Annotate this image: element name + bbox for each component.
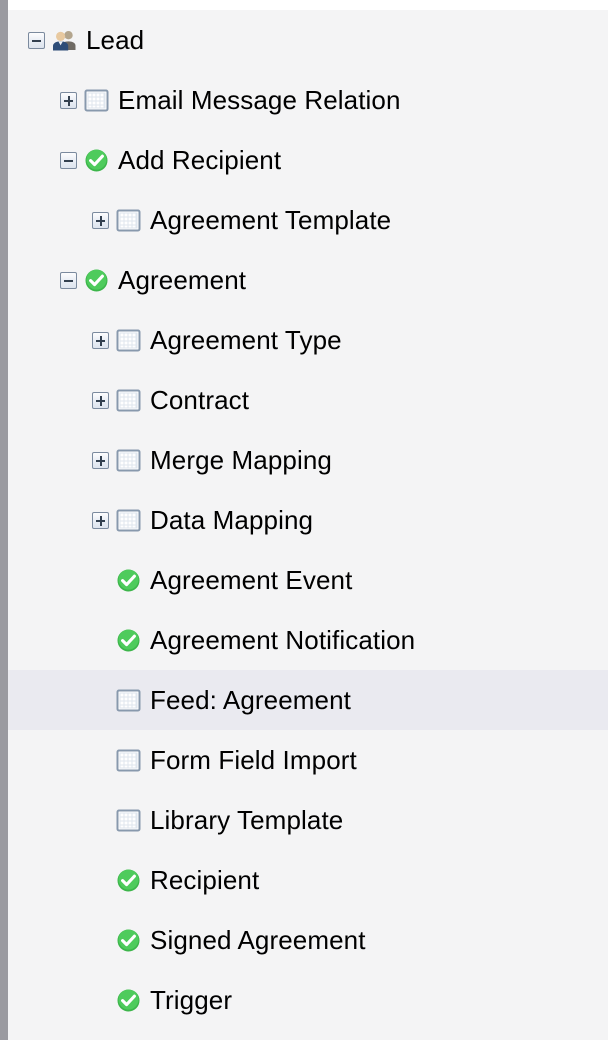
tree-row[interactable]: Add Recipient [8,130,608,190]
green-check-icon [116,988,141,1013]
toggle-placeholder [92,632,109,649]
tree-row-label: Agreement Notification [150,625,416,655]
toggle-placeholder [92,752,109,769]
expand-node-icon[interactable] [92,331,109,349]
tree-row-label: Lead [86,25,145,55]
tree-row-label: Signed Agreement [150,925,366,955]
tree-row[interactable]: Agreement Template [8,190,608,250]
expand-node-icon[interactable] [92,451,109,469]
toggle-placeholder [92,872,109,889]
tree-row-label: Trigger [150,985,233,1015]
collapse-node-icon[interactable] [60,151,77,169]
tree-row[interactable]: Agreement Event [8,550,608,610]
tree-row-label: Contract [150,385,250,415]
expand-node-icon[interactable] [60,91,77,109]
green-check-icon [84,268,109,293]
tree-row-label: Merge Mapping [150,445,332,475]
tree-row[interactable]: Form Field Import [8,730,608,790]
tree-row-label: Agreement Event [150,565,353,595]
grid-table-icon [116,688,141,713]
grid-table-icon [116,448,141,473]
tree-row-label: Add Recipient [118,145,282,175]
tree-row-label: Agreement [118,265,247,295]
tree-row-label: Agreement Type [150,325,342,355]
grid-table-icon [116,388,141,413]
green-check-icon [116,628,141,653]
tree-row[interactable]: Contract [8,370,608,430]
grid-table-icon [116,208,141,233]
grid-table-icon [116,508,141,533]
toggle-placeholder [92,692,109,709]
tree-row[interactable]: Lead [8,10,608,70]
tree-row-label: Agreement Template [150,205,392,235]
expand-node-icon[interactable] [92,211,109,229]
tree-row[interactable]: Agreement Type [8,310,608,370]
collapse-node-icon[interactable] [60,271,77,289]
tree-row-label: Form Field Import [150,745,357,775]
toggle-placeholder [92,812,109,829]
tree-row-label: Recipient [150,865,260,895]
green-check-icon [116,568,141,593]
vertical-scrollbar[interactable] [0,0,8,1040]
green-check-icon [84,148,109,173]
grid-table-icon [116,748,141,773]
tree-row-label: Data Mapping [150,505,314,535]
object-tree-panel: Lead Email Message Relation Add Recipient A… [8,10,608,1040]
tree-row-label: Feed: Agreement [150,685,351,715]
tree-row[interactable]: Email Message Relation [8,70,608,130]
tree-row[interactable]: Data Mapping [8,490,608,550]
tree-row-label: Library Template [150,805,344,835]
tree-row[interactable]: Recipient [8,850,608,910]
tree-row[interactable]: Library Template [8,790,608,850]
tree-row[interactable]: Agreement [8,250,608,310]
tree-row[interactable]: Trigger [8,970,608,1030]
expand-node-icon[interactable] [92,391,109,409]
toggle-placeholder [92,992,109,1009]
people-icon [52,28,77,53]
tree-row[interactable]: Merge Mapping [8,430,608,490]
tree-row-label: Email Message Relation [118,85,401,115]
toggle-placeholder [92,932,109,949]
expand-node-icon[interactable] [92,511,109,529]
grid-table-icon [116,328,141,353]
collapse-node-icon[interactable] [28,31,45,49]
green-check-icon [116,928,141,953]
app-root: Lead Email Message Relation Add Recipient A… [0,0,608,1040]
tree-row[interactable]: Agreement Notification [8,610,608,670]
grid-table-icon [84,88,109,113]
green-check-icon [116,868,141,893]
toggle-placeholder [92,572,109,589]
tree-row[interactable]: Signed Agreement [8,910,608,970]
tree-row[interactable]: Feed: Agreement [8,670,608,730]
grid-table-icon [116,808,141,833]
